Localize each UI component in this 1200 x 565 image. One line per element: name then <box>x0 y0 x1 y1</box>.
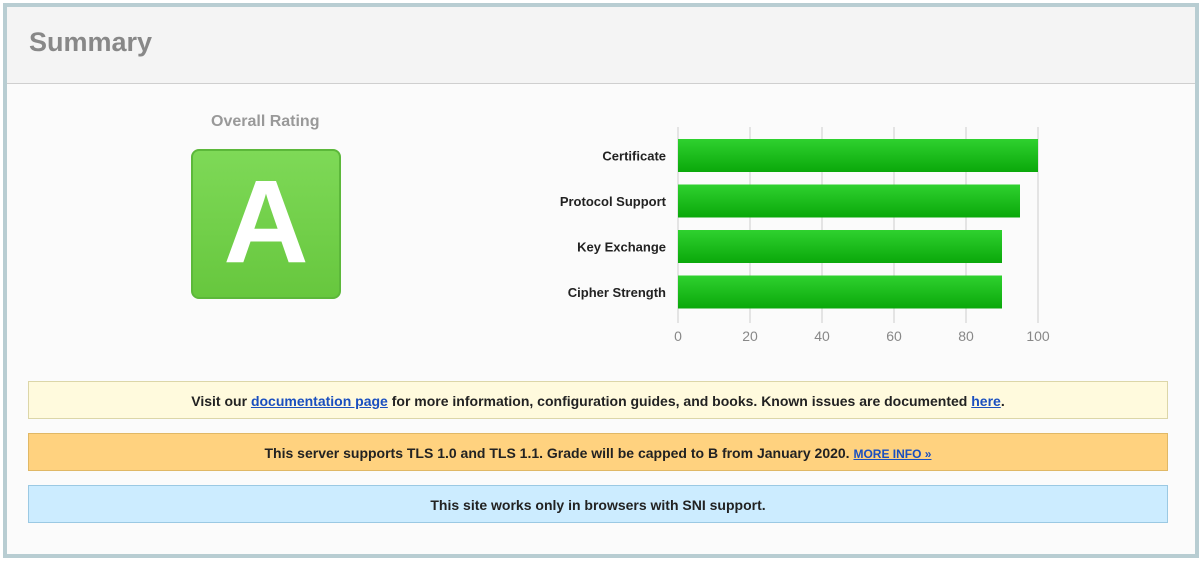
tls-warning-banner: This server supports TLS 1.0 and TLS 1.1… <box>28 433 1168 471</box>
tls-warning-text: This server supports TLS 1.0 and TLS 1.1… <box>264 445 854 461</box>
bar-protocol-support <box>678 184 1020 218</box>
bar-certificate <box>678 139 1038 172</box>
grade-letter: A <box>223 156 309 288</box>
sni-info-text: This site works only in browsers with SN… <box>430 497 766 513</box>
x-tick-label: 80 <box>958 328 974 344</box>
doc-banner-suffix: . <box>1000 393 1005 409</box>
category-label: Certificate <box>602 149 666 164</box>
x-tick-label: 60 <box>886 328 902 344</box>
sni-info-banner: This site works only in browsers with SN… <box>28 485 1168 523</box>
documentation-banner: Visit our documentation page for more in… <box>28 381 1168 419</box>
x-tick-label: 0 <box>674 328 682 344</box>
category-label: Cipher Strength <box>568 285 666 300</box>
x-tick-label: 100 <box>1026 328 1050 344</box>
overall-rating-label: Overall Rating <box>211 113 320 130</box>
bar-key-exchange <box>678 230 1002 263</box>
category-label: Protocol Support <box>560 194 667 209</box>
more-info-link[interactable]: MORE INFO » <box>853 447 931 461</box>
bar-cipher-strength <box>678 275 1002 309</box>
summary-panel: Summary Overall Rating A 0 20 40 60 80 100 Cer… <box>3 3 1199 558</box>
doc-banner-middle: for more information, configuration guid… <box>387 393 972 409</box>
doc-banner-prefix: Visit our <box>191 393 251 409</box>
grade-badge: A <box>191 149 341 299</box>
documentation-page-link[interactable]: documentation page <box>251 393 388 409</box>
page-title: Summary <box>29 27 153 57</box>
x-tick-label: 20 <box>742 328 758 344</box>
x-tick-label: 40 <box>814 328 830 344</box>
category-label: Key Exchange <box>577 240 666 255</box>
summary-header: Summary <box>7 7 1195 84</box>
known-issues-link[interactable]: here <box>971 393 1001 409</box>
rating-bar-chart: 0 20 40 60 80 100 Certificate Protocol Support K… <box>560 127 1050 344</box>
